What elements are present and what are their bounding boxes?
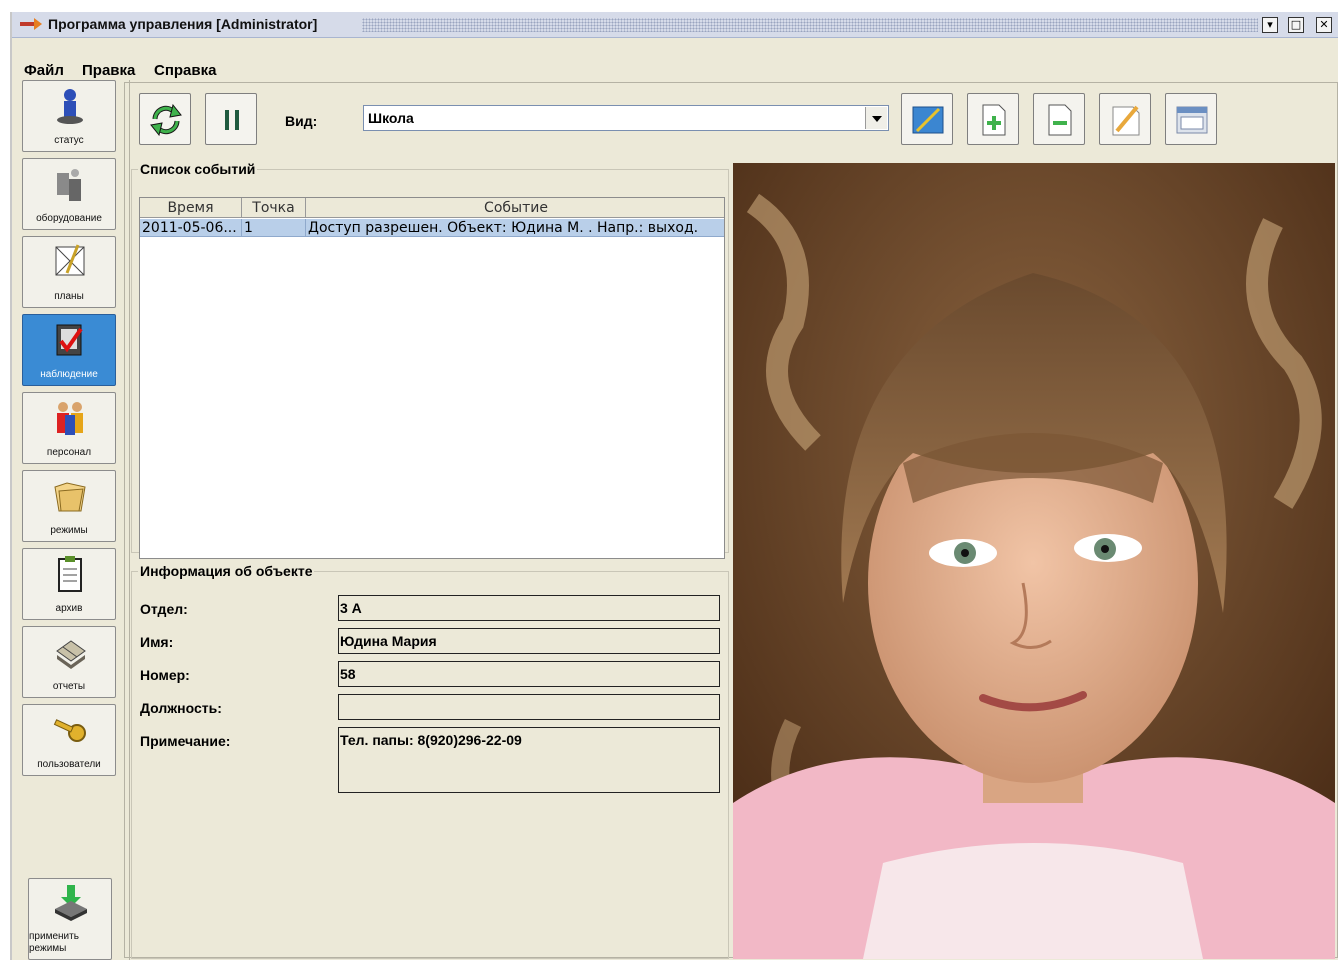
cell-event: Доступ разрешен. Объект: Юдина М. . Напр…: [308, 220, 699, 236]
add-document-icon: [982, 104, 1006, 136]
window-icon: [1176, 106, 1208, 134]
edit-view-icon: [912, 106, 944, 134]
menu-edit[interactable]: Правка: [82, 62, 135, 79]
number-field[interactable]: 58: [338, 661, 720, 687]
apply-label-line2: режимы: [29, 943, 67, 954]
cell-time: 2011-05-06...: [140, 219, 242, 237]
object-photo: [733, 163, 1335, 959]
reports-icon: [56, 640, 86, 669]
minimize-icon[interactable]: ▾: [1262, 17, 1278, 33]
download-arrow-icon: [55, 885, 87, 921]
clipboard-icon: [58, 556, 82, 592]
name-label: Имя:: [140, 634, 174, 650]
window-button[interactable]: [1165, 93, 1217, 145]
refresh-icon: [150, 103, 182, 137]
menu-bar: Файл Правка Справка: [12, 38, 1338, 80]
application-window: Программа управления [Administrator] ▾ □…: [10, 12, 1338, 960]
sidebar-item-plans[interactable]: планы: [22, 236, 116, 308]
edit-record-button[interactable]: [1099, 93, 1151, 145]
app-icon: [20, 18, 42, 30]
note-label: Примечание:: [140, 733, 231, 749]
department-field[interactable]: 3 А: [338, 595, 720, 621]
remove-record-button[interactable]: [1033, 93, 1085, 145]
sidebar-item-label: режимы: [50, 525, 88, 536]
add-record-button[interactable]: [967, 93, 1019, 145]
equipment-icon: [57, 169, 81, 201]
edit-view-button[interactable]: [901, 93, 953, 145]
folder-icon: [54, 482, 86, 512]
staff-icon: [57, 402, 83, 435]
monitoring-icon: [56, 324, 83, 356]
sidebar-item-modes[interactable]: режимы: [22, 470, 116, 542]
pencil-icon: [1112, 105, 1140, 136]
position-field[interactable]: [338, 694, 720, 720]
events-table[interactable]: Время Точка Событие 2011-05-06... 1 Дост…: [139, 197, 725, 559]
sidebar-item-monitoring[interactable]: наблюдение: [22, 314, 116, 386]
column-header-event[interactable]: Событие: [306, 198, 724, 218]
pause-icon: [225, 110, 239, 130]
cell-point: 1: [242, 219, 306, 237]
table-row[interactable]: 2011-05-06... 1 Доступ разрешен. Объект:…: [140, 219, 724, 237]
menu-file[interactable]: Файл: [24, 62, 64, 79]
column-header-time[interactable]: Время: [140, 198, 242, 218]
view-select-value: Школа: [368, 110, 414, 126]
position-label: Должность:: [140, 700, 222, 716]
number-label: Номер:: [140, 667, 190, 683]
key-icon: [53, 719, 86, 742]
remove-document-icon: [1048, 104, 1072, 136]
portrait-image: [733, 163, 1335, 959]
sidebar-item-equipment[interactable]: оборудование: [22, 158, 116, 230]
sidebar-item-label: архив: [55, 603, 83, 614]
sidebar-item-label: отчеты: [52, 681, 86, 692]
sidebar-item-label: статус: [54, 135, 84, 146]
status-icon: [57, 89, 83, 124]
sidebar-item-label: планы: [54, 291, 84, 302]
sidebar-item-status[interactable]: статус: [22, 80, 116, 152]
events-title: Список событий: [140, 161, 256, 177]
pause-button[interactable]: [205, 93, 257, 145]
sidebar-item-label: наблюдение: [40, 369, 98, 380]
plans-icon: [55, 244, 85, 276]
sidebar-item-archive[interactable]: архив: [22, 548, 116, 620]
view-select[interactable]: Школа: [363, 105, 889, 131]
apply-modes-button[interactable]: применить режимы: [28, 878, 112, 960]
main-panel: Вид: Школа Список событий Время Точка Со…: [124, 82, 1338, 959]
sidebar: статус оборудование планы наблюдение пер…: [12, 80, 130, 960]
sidebar-item-users[interactable]: пользователи: [22, 704, 116, 776]
sidebar-item-label: персонал: [46, 447, 92, 458]
refresh-button[interactable]: [139, 93, 191, 145]
column-header-point[interactable]: Точка: [242, 198, 306, 218]
apply-label-line1: применить: [29, 931, 79, 942]
sidebar-item-label: пользователи: [37, 759, 101, 770]
sidebar-item-label: оборудование: [36, 213, 102, 224]
title-bar-pattern: [362, 18, 1258, 32]
events-group: Список событий Время Точка Событие 2011-…: [131, 161, 729, 559]
sidebar-item-staff[interactable]: персонал: [22, 392, 116, 464]
note-field[interactable]: Тел. папы: 8(920)296-22-09: [338, 727, 720, 793]
chevron-down-icon[interactable]: [865, 107, 887, 129]
department-label: Отдел:: [140, 601, 188, 617]
view-label: Вид:: [285, 113, 318, 129]
object-info-title: Информация об объекте: [140, 563, 313, 579]
maximize-icon[interactable]: □: [1288, 17, 1304, 33]
menu-help[interactable]: Справка: [154, 62, 216, 79]
name-field[interactable]: Юдина Мария: [338, 628, 720, 654]
close-icon[interactable]: ✕: [1316, 17, 1332, 33]
window-title: Программа управления [Administrator]: [48, 16, 318, 32]
title-bar[interactable]: Программа управления [Administrator] ▾ □…: [12, 12, 1338, 38]
events-table-header: Время Точка Событие: [140, 198, 724, 218]
object-info-group: Информация об объекте Отдел: 3 А Имя: Юд…: [131, 563, 729, 959]
sidebar-item-reports[interactable]: отчеты: [22, 626, 116, 698]
